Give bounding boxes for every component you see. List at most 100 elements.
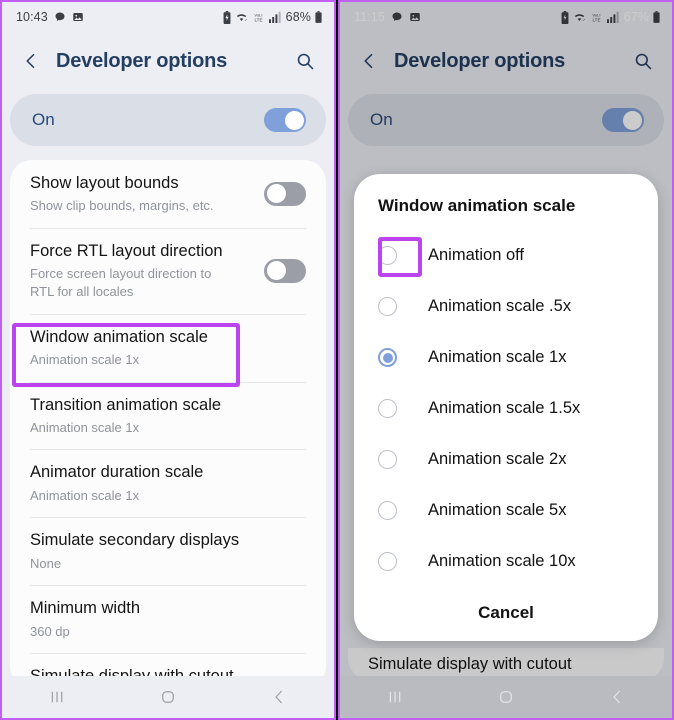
radio-option-label: Animation scale 1x (428, 348, 567, 366)
radio-option-animation-scale-point5x[interactable]: Animation scale .5x (354, 281, 658, 332)
left-screen: 10:43 VoLI LTE 68% Developer options On … (2, 2, 334, 718)
phone-screenshot-right: 11:15 VoLI LTE 67% Developer options On … (338, 0, 674, 720)
back-button[interactable] (18, 48, 44, 74)
status-bar-right: 11:15 VoLI LTE 67% (340, 2, 672, 32)
radio-button[interactable] (378, 399, 397, 418)
radio-button[interactable] (378, 450, 397, 469)
app-bar-right: Developer options (340, 32, 672, 90)
status-bar-left-group: 11:15 (354, 10, 421, 24)
back-icon[interactable] (256, 683, 302, 711)
developer-options-master-switch-row[interactable]: On (348, 94, 664, 146)
radio-option-label: Animation off (428, 246, 525, 264)
list-item-text: Animator duration scale Animation scale … (30, 462, 306, 504)
recents-icon[interactable] (34, 683, 80, 711)
list-item-subtitle: Show clip bounds, margins, etc. (30, 198, 214, 214)
nav-bar-left (2, 676, 334, 718)
svg-text:LTE: LTE (254, 17, 262, 22)
dialog-title: Window animation scale (378, 196, 576, 215)
radio-option-animation-scale-2x[interactable]: Animation scale 2x (354, 434, 658, 485)
list-item-text: Minimum width 360 dp (30, 598, 306, 640)
radio-button[interactable] (378, 552, 397, 571)
radio-option-label: Animation scale 1.5x (428, 399, 581, 417)
svg-text:LTE: LTE (592, 17, 600, 22)
list-item-title: Simulate secondary displays (30, 531, 240, 550)
signal-bars-icon (268, 11, 281, 23)
signal-bars-icon (606, 11, 619, 23)
list-item-title: Simulate display with cutout (368, 655, 572, 673)
list-item-show-layout-bounds[interactable]: Show layout bounds Show clip bounds, mar… (10, 160, 326, 228)
list-item-transition-animation-scale[interactable]: Transition animation scale Animation sca… (10, 381, 326, 450)
list-item-text: Transition animation scale Animation sca… (30, 395, 306, 437)
list-item-title: Window animation scale (30, 327, 208, 346)
photos-icon (409, 11, 421, 23)
battery-icon (315, 11, 322, 23)
list-item-title: Force RTL layout direction (30, 241, 223, 260)
status-bar-left: 10:43 VoLI LTE 68% (2, 2, 334, 32)
radio-option-animation-scale-1point5x[interactable]: Animation scale 1.5x (354, 383, 658, 434)
list-item-force-rtl-layout-direction[interactable]: Force RTL layout direction Force screen … (10, 227, 326, 314)
settings-list-left: Show layout bounds Show clip bounds, mar… (10, 160, 326, 688)
right-screen: 11:15 VoLI LTE 67% Developer options On … (340, 2, 672, 718)
show-layout-bounds-toggle[interactable] (264, 181, 306, 206)
status-bar-right-group: VoLI LTE 67% (561, 10, 660, 24)
developer-options-master-switch-row[interactable]: On (10, 94, 326, 146)
battery-saver-icon (561, 10, 569, 24)
toggle-knob (622, 110, 642, 130)
list-item-window-animation-scale[interactable]: Window animation scale Animation scale 1… (10, 313, 326, 382)
list-item-text: Simulate secondary displays None (30, 530, 306, 572)
cancel-button[interactable]: Cancel (354, 587, 658, 631)
search-icon[interactable] (292, 48, 318, 74)
radio-button-selected[interactable] (378, 348, 397, 367)
radio-option-animation-scale-1x[interactable]: Animation scale 1x (354, 332, 658, 383)
list-item-title: Animator duration scale (30, 463, 204, 482)
battery-percent-label: 67% (623, 10, 649, 24)
page-title: Developer options (394, 49, 566, 72)
master-switch-label: On (32, 110, 55, 129)
home-icon[interactable] (483, 683, 529, 711)
chat-bubble-icon (54, 11, 66, 23)
radio-button[interactable] (378, 501, 397, 520)
master-switch-label: On (370, 110, 393, 129)
radio-button[interactable] (378, 246, 397, 265)
radio-option-animation-off[interactable]: Animation off (354, 230, 658, 281)
master-switch-toggle[interactable] (264, 108, 306, 132)
status-clock: 11:15 (354, 10, 385, 24)
list-item-subtitle: None (30, 555, 62, 571)
radio-option-label: Animation scale 5x (428, 501, 567, 519)
list-item-title: Transition animation scale (30, 395, 222, 414)
list-item-animator-duration-scale[interactable]: Animator duration scale Animation scale … (10, 449, 326, 517)
status-bar-left-group: 10:43 (16, 10, 84, 24)
force-rtl-toggle[interactable] (264, 258, 306, 283)
battery-percent-label: 68% (285, 10, 311, 24)
back-button[interactable] (356, 48, 382, 74)
recents-icon[interactable] (372, 683, 418, 711)
back-icon[interactable] (594, 683, 640, 711)
radio-option-animation-scale-5x[interactable]: Animation scale 5x (354, 485, 658, 536)
home-icon[interactable] (145, 683, 191, 711)
wifi-icon (573, 11, 586, 24)
svg-text:VoLI: VoLI (592, 12, 600, 17)
svg-text:VoLI: VoLI (254, 12, 262, 17)
radio-button[interactable] (378, 297, 397, 316)
volte-icon: VoLI LTE (590, 11, 603, 24)
two-phone-comparison: 10:43 VoLI LTE 68% Developer options On … (0, 0, 674, 720)
list-item-title: Minimum width (30, 599, 141, 618)
list-item-simulate-secondary-displays[interactable]: Simulate secondary displays None (10, 517, 326, 585)
battery-saver-icon (223, 10, 231, 24)
search-icon[interactable] (630, 48, 656, 74)
app-bar-left: Developer options (2, 32, 334, 90)
toggle-knob (266, 261, 286, 281)
list-item-subtitle: 360 dp (30, 623, 70, 639)
list-item-subtitle: Animation scale 1x (30, 419, 140, 435)
toggle-knob (266, 184, 286, 204)
radio-option-animation-scale-10x[interactable]: Animation scale 10x (354, 536, 658, 587)
list-item-subtitle: Animation scale 1x (30, 487, 140, 503)
list-item-minimum-width[interactable]: Minimum width 360 dp (10, 585, 326, 653)
master-switch-toggle[interactable] (602, 108, 644, 132)
radio-option-label: Animation scale 2x (428, 450, 567, 468)
status-bar-right-group: VoLI LTE 68% (223, 10, 322, 24)
radio-option-label: Animation scale 10x (428, 552, 576, 570)
wifi-icon (235, 11, 248, 24)
list-item-title: Show layout bounds (30, 174, 179, 192)
list-item-text: Window animation scale Animation scale 1… (30, 327, 306, 369)
